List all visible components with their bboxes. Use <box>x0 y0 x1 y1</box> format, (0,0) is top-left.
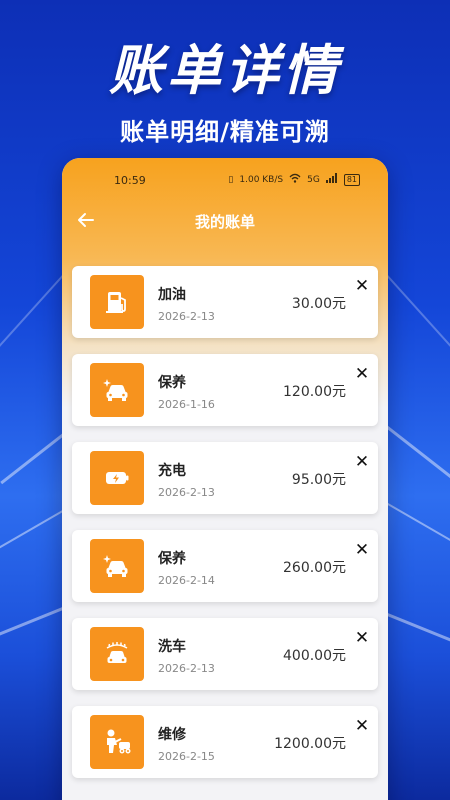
network-speed: 1.00 KB/S <box>239 174 284 185</box>
vibrate-icon: ▯ <box>228 174 234 185</box>
bill-list: 加油 2026-2-13 30.00元 ✕ 保养 2026-1-16 120.00元 ✕ 充电 2… <box>72 266 378 794</box>
bill-date: 2026-1-16 <box>158 398 215 411</box>
bill-date: 2026-2-15 <box>158 750 215 763</box>
bill-amount: 95.00元 <box>291 472 346 488</box>
battery-charge-icon <box>90 451 144 505</box>
signal-label: 5G <box>307 174 320 185</box>
bill-name: 充电 <box>158 463 186 479</box>
bill-date: 2026-2-13 <box>158 662 215 675</box>
bill-card[interactable]: 充电 2026-2-13 95.00元 ✕ <box>72 442 378 514</box>
wifi-icon <box>289 173 301 186</box>
bill-card[interactable]: 保养 2026-1-16 120.00元 ✕ <box>72 354 378 426</box>
signal-bars-icon <box>325 173 338 186</box>
bill-name: 洗车 <box>158 639 186 655</box>
close-icon[interactable]: ✕ <box>354 718 370 735</box>
bill-name: 维修 <box>158 727 186 743</box>
promo-subline: 账单明细/精准可溯 <box>120 118 330 146</box>
close-icon[interactable]: ✕ <box>354 366 370 383</box>
bill-name: 加油 <box>158 287 186 303</box>
close-icon[interactable]: ✕ <box>354 454 370 471</box>
status-time: 10:59 <box>114 174 146 187</box>
bill-name: 保养 <box>158 551 186 567</box>
close-icon[interactable]: ✕ <box>354 278 370 295</box>
bill-date: 2026-2-13 <box>158 486 215 499</box>
bill-card[interactable]: 洗车 2026-2-13 400.00元 ✕ <box>72 618 378 690</box>
phone-screen: 10:59 ▯ 1.00 KB/S 5G 81 我的账单 加油 2026-2-13… <box>62 158 388 800</box>
close-icon[interactable]: ✕ <box>354 542 370 559</box>
bill-amount: 1200.00元 <box>274 736 346 752</box>
top-nav: 我的账单 <box>62 206 388 234</box>
car-wash-icon <box>90 627 144 681</box>
close-icon[interactable]: ✕ <box>354 630 370 647</box>
bill-amount: 120.00元 <box>283 384 346 400</box>
promo-headline: 账单详情 <box>109 39 341 102</box>
page-title: 我的账单 <box>194 213 255 231</box>
mechanic-icon <box>90 715 144 769</box>
bill-amount: 260.00元 <box>283 560 346 576</box>
battery-icon: 81 <box>343 173 360 186</box>
bill-card[interactable]: 加油 2026-2-13 30.00元 ✕ <box>72 266 378 338</box>
bill-amount: 400.00元 <box>283 648 346 664</box>
car-sparkle-icon <box>90 363 144 417</box>
bill-name: 保养 <box>158 375 186 391</box>
bill-card[interactable]: 保养 2026-2-14 260.00元 ✕ <box>72 530 378 602</box>
bill-date: 2026-2-14 <box>158 574 215 587</box>
car-sparkle-icon <box>90 539 144 593</box>
status-bar: 10:59 ▯ 1.00 KB/S 5G 81 <box>62 172 388 190</box>
fuel-pump-icon <box>90 275 144 329</box>
bill-card[interactable]: 维修 2026-2-15 1200.00元 ✕ <box>72 706 378 778</box>
bill-amount: 30.00元 <box>291 296 346 312</box>
bill-date: 2026-2-13 <box>158 310 215 323</box>
status-icons: ▯ 1.00 KB/S 5G 81 <box>228 173 360 186</box>
